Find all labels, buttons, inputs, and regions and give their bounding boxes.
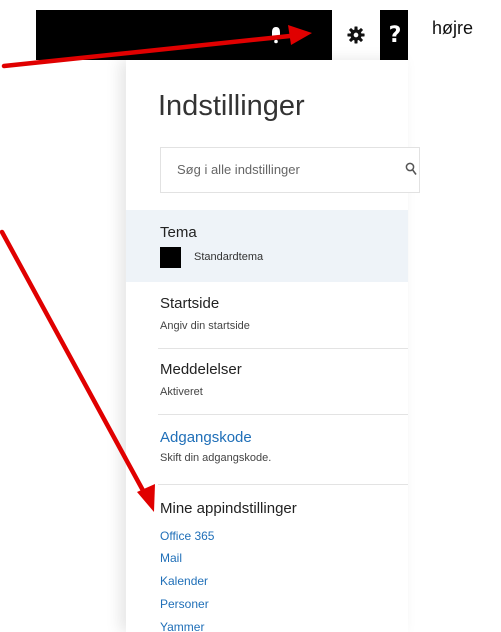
notifications-section[interactable]: Meddelelser Aktiveret (126, 348, 408, 414)
app-settings-section: Mine appindstillinger Office 365 Mail Ka… (126, 484, 408, 632)
settings-panel: Indstillinger Tema Standardtema Startsid… (126, 60, 420, 632)
panel-title: Indstillinger (158, 90, 305, 122)
app-link-mail[interactable]: Mail (160, 551, 182, 565)
password-section: Adgangskode Skift din adgangskode. (126, 414, 408, 484)
password-sub: Skift din adgangskode. (160, 452, 272, 464)
theme-value: Standardtema (194, 251, 264, 263)
app-link-office365[interactable]: Office 365 (160, 529, 214, 543)
app-link-people[interactable]: Personer (160, 597, 209, 611)
annotation-text: højre (432, 18, 474, 38)
theme-heading: Tema (160, 224, 197, 241)
gear-icon (347, 26, 365, 44)
app-link-calendar[interactable]: Kalender (160, 574, 208, 588)
notifications-heading: Meddelelser (160, 361, 242, 378)
theme-swatch (160, 247, 181, 268)
help-icon: ? (388, 22, 402, 48)
notifications-sub: Aktiveret (160, 386, 203, 398)
start-page-heading: Startside (160, 295, 220, 312)
screenshot: ? højre Indstillinger Tema Standardtema … (0, 0, 501, 632)
notifications-button[interactable] (258, 10, 294, 60)
password-link[interactable]: Adgangskode (160, 429, 252, 446)
settings-search-input[interactable] (175, 161, 409, 178)
settings-search-box[interactable] (160, 147, 420, 193)
start-page-section[interactable]: Startside Angiv din startside (126, 282, 408, 348)
bell-icon (270, 27, 282, 44)
search-icon[interactable] (405, 162, 417, 176)
app-settings-heading: Mine appindstillinger (160, 500, 297, 517)
top-nav-bar: ? (36, 10, 408, 60)
settings-button[interactable] (332, 10, 380, 60)
app-link-yammer[interactable]: Yammer (160, 620, 204, 632)
theme-section[interactable]: Tema Standardtema (126, 210, 408, 282)
help-button[interactable]: ? (382, 10, 408, 60)
start-page-sub: Angiv din startside (160, 320, 250, 332)
